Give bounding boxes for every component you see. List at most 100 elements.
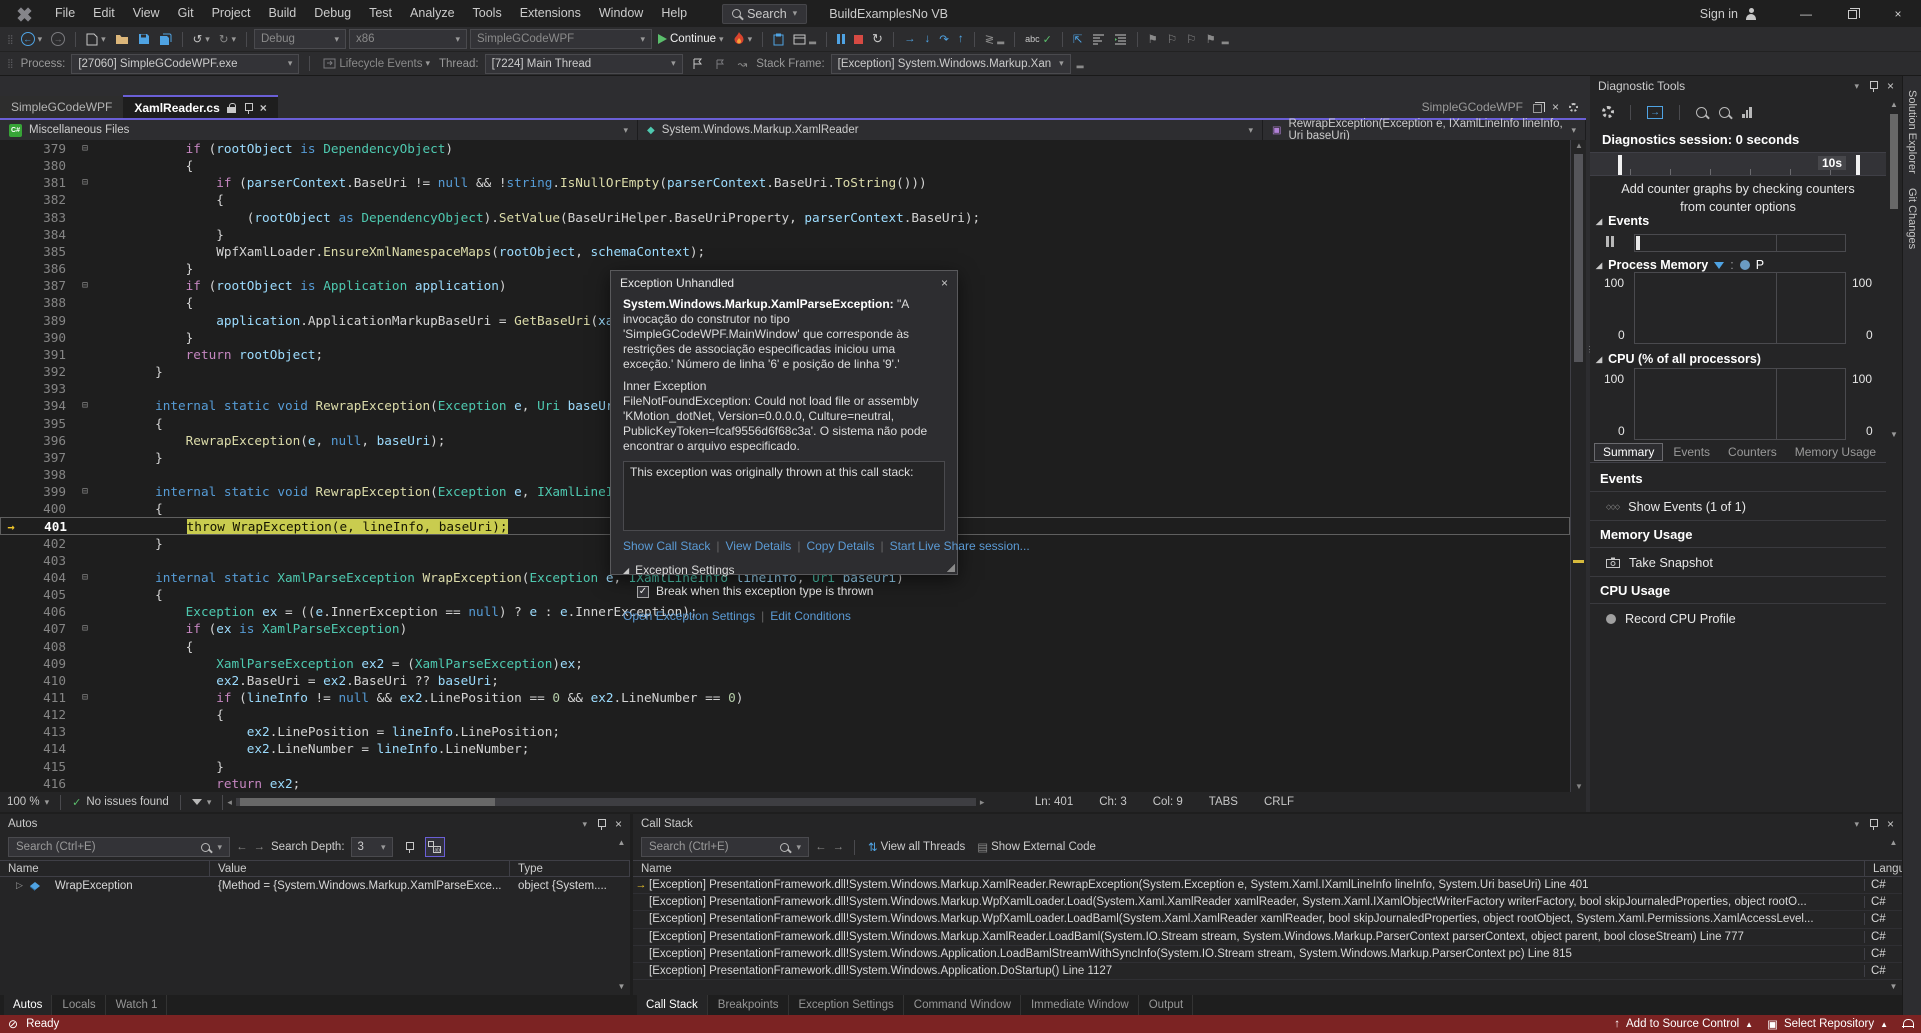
cpu-section-header[interactable]: ◢ CPU (% of all processors)	[1596, 352, 1761, 366]
process-dropdown[interactable]: [27060] SimpleGCodeWPF.exe▾	[71, 54, 299, 74]
resize-grip[interactable]	[947, 564, 955, 572]
breadcrumb-member-dropdown[interactable]: ▣ RewrapException(Exception e, IXamlLine…	[1263, 120, 1586, 140]
scroll-down-icon[interactable]: ▼	[1571, 782, 1587, 791]
tab-simplegcodewpf[interactable]: SimpleGCodeWPF	[0, 96, 123, 118]
navigate-back-button[interactable]: ←▾	[18, 28, 46, 50]
scroll-up-icon[interactable]: ▲	[615, 838, 628, 847]
fold-collapse-icon[interactable]: ⊟	[76, 397, 94, 414]
breakpoint-margin[interactable]	[0, 174, 20, 191]
fold-collapse-icon[interactable]: ⊟	[76, 689, 94, 706]
breakpoint-margin[interactable]	[0, 329, 20, 346]
menu-build[interactable]: Build	[259, 6, 305, 20]
checkbox-checked-icon[interactable]: ✓	[637, 586, 649, 598]
counters-chart-icon[interactable]	[1742, 107, 1752, 118]
breakpoint-margin[interactable]	[0, 535, 20, 552]
hscroll-thumb[interactable]	[240, 798, 495, 806]
show-external-code-button[interactable]: ▤ Show External Code	[974, 836, 1099, 858]
breakpoint-margin[interactable]	[0, 226, 20, 243]
menu-edit[interactable]: Edit	[84, 6, 124, 20]
breakpoint-margin[interactable]	[0, 380, 20, 397]
scroll-down-icon[interactable]: ▼	[1887, 982, 1900, 991]
notifications-bell-icon[interactable]	[1902, 1018, 1913, 1030]
search-next-icon[interactable]: →	[254, 841, 266, 853]
dialog-header[interactable]: Exception Unhandled ×	[611, 271, 957, 295]
settings-gear-icon[interactable]	[1602, 106, 1614, 118]
new-file-button[interactable]: ▾	[83, 28, 109, 50]
tabs-indicator[interactable]: TABS	[1209, 796, 1238, 808]
panel-tab-immediate-window[interactable]: Immediate Window	[1022, 995, 1139, 1015]
continue-button[interactable]: Continue▾	[655, 28, 727, 50]
search-box[interactable]: Search ▾	[722, 4, 807, 24]
step-over-button[interactable]: ↷	[936, 28, 952, 50]
dialog-link-copy-details[interactable]: Copy Details	[806, 539, 874, 554]
record-cpu-profile-link[interactable]: Record CPU Profile	[1590, 605, 1886, 633]
breakpoint-margin[interactable]	[0, 346, 20, 363]
clear-bookmarks-button[interactable]: ⚑	[1202, 28, 1218, 50]
sidebar-item-git-changes[interactable]: Git Changes	[1906, 188, 1918, 249]
format-document-button[interactable]	[1089, 28, 1108, 50]
fold-collapse-icon[interactable]: ⊟	[76, 277, 94, 294]
menu-window[interactable]: Window	[590, 6, 652, 20]
dialog-link-view-details[interactable]: View Details	[726, 539, 792, 554]
column-name[interactable]: Name	[0, 861, 210, 876]
redo-button[interactable]: ↻▾	[216, 28, 239, 50]
breakpoint-margin[interactable]	[0, 449, 20, 466]
indent-button[interactable]	[1111, 28, 1130, 50]
solution-config-dropdown[interactable]: Debug▾	[254, 29, 346, 49]
panel-tab-exception-settings[interactable]: Exception Settings	[790, 995, 904, 1015]
callstack-frame[interactable]: [Exception] PresentationFramework.dll!Sy…	[633, 929, 1902, 946]
restore-button[interactable]	[1829, 0, 1875, 27]
zoom-dropdown[interactable]: 100 %▾	[0, 792, 56, 812]
scroll-up-icon[interactable]: ▲	[1571, 141, 1587, 150]
sign-in-button[interactable]: Sign in	[1700, 7, 1757, 21]
breakpoint-margin[interactable]	[0, 277, 20, 294]
breakpoint-margin[interactable]	[0, 672, 20, 689]
breakpoint-margin[interactable]	[0, 294, 20, 311]
add-to-source-control-button[interactable]: ↑ Add to Source Control ▲	[1614, 1018, 1753, 1030]
filter-button[interactable]: ▾	[185, 792, 219, 812]
menu-extensions[interactable]: Extensions	[511, 6, 590, 20]
callstack-scrollbar[interactable]: ▲ ▼	[1887, 838, 1900, 991]
breakpoint-margin[interactable]	[0, 415, 20, 432]
menu-help[interactable]: Help	[652, 6, 696, 20]
close-document-icon[interactable]: ×	[1552, 100, 1559, 114]
breakpoint-margin[interactable]	[0, 620, 20, 637]
hscroll-right-icon[interactable]: ▸	[980, 797, 985, 808]
callstack-frame[interactable]: [Exception] PresentationFramework.dll!Sy…	[633, 946, 1902, 963]
menu-debug[interactable]: Debug	[305, 6, 360, 20]
view-all-threads-button[interactable]: ⇅ View all Threads	[865, 836, 968, 858]
dialog-close-icon[interactable]: ×	[941, 276, 948, 290]
scrollbar-thumb[interactable]	[1890, 114, 1898, 209]
platform-dropdown[interactable]: x86▾	[349, 29, 467, 49]
navigate-cursor-button[interactable]: ⇱	[1070, 28, 1086, 50]
eol-indicator[interactable]: CRLF	[1264, 796, 1294, 808]
break-checkbox-row[interactable]: ✓ Break when this exception type is thro…	[637, 584, 945, 599]
dialog-link-show-call-stack[interactable]: Show Call Stack	[623, 539, 710, 554]
close-icon[interactable]: ×	[615, 817, 622, 831]
timeline-end-marker[interactable]	[1856, 155, 1860, 175]
show-output-window-button[interactable]: ▂	[790, 28, 819, 50]
stack-frame-dropdown[interactable]: [Exception] System.Windows.Markup.Xan▾	[831, 54, 1071, 74]
restart-button[interactable]: ↻	[869, 28, 886, 50]
break-all-button[interactable]	[834, 28, 848, 50]
lifecycle-events-button[interactable]: Lifecycle Events▾	[320, 53, 433, 75]
gear-icon[interactable]	[1569, 103, 1578, 112]
fold-collapse-icon[interactable]: ⊟	[76, 140, 94, 157]
callstack-frame[interactable]: [Exception] PresentationFramework.dll!Sy…	[633, 894, 1902, 911]
column-name[interactable]: Name	[633, 861, 1864, 876]
editor-horizontal-scrollbar[interactable]	[236, 798, 976, 806]
pause-events-icon[interactable]	[1606, 236, 1614, 247]
breakpoint-margin[interactable]	[0, 655, 20, 672]
panel-tab-breakpoints[interactable]: Breakpoints	[709, 995, 789, 1015]
open-file-button[interactable]	[112, 28, 132, 50]
column-type[interactable]: Type	[510, 861, 630, 876]
save-all-button[interactable]	[156, 28, 175, 50]
breakpoint-margin[interactable]	[0, 740, 20, 757]
expander-icon[interactable]: ▷	[8, 880, 23, 891]
code-health-indicator[interactable]: ✓ No issues found	[65, 792, 176, 812]
breakpoint-margin[interactable]	[0, 260, 20, 277]
pin-icon[interactable]	[243, 102, 253, 114]
callstack-frame[interactable]: [Exception] PresentationFramework.dll!Sy…	[633, 911, 1902, 928]
panel-tab-autos[interactable]: Autos	[4, 995, 52, 1015]
diag-tab-summary[interactable]: Summary	[1594, 443, 1663, 461]
